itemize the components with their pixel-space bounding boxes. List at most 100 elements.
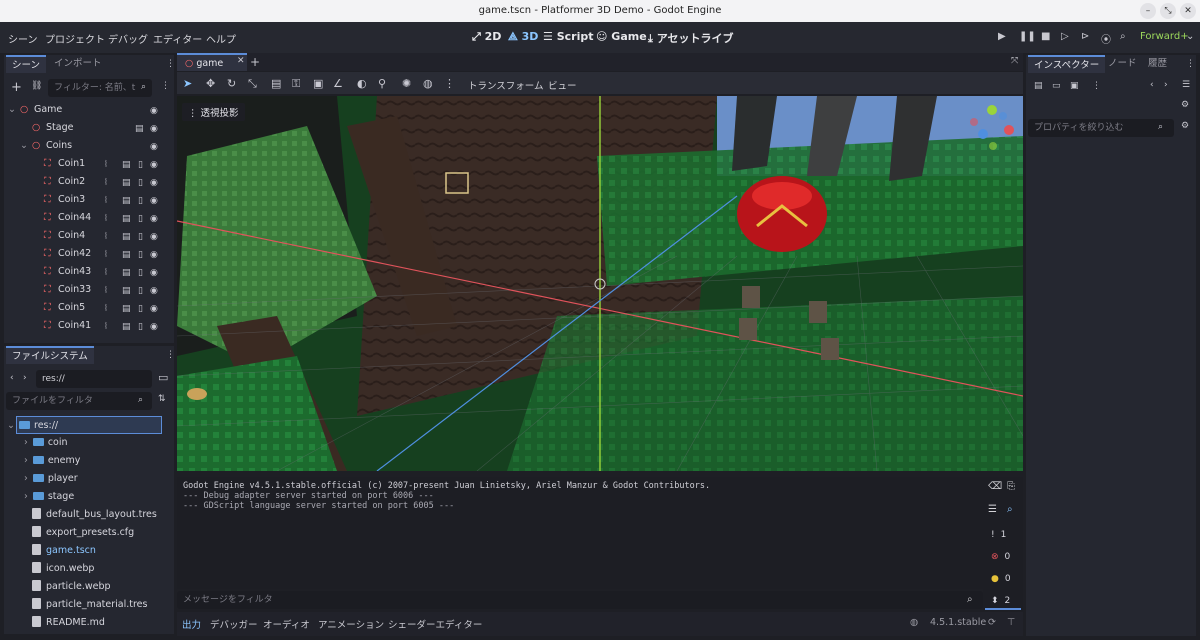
movie-maker-icon[interactable]: ⦿ (1101, 31, 1111, 46)
file-item-readme-md[interactable]: README.md (4, 614, 174, 632)
signal-icon[interactable]: ⦚ (105, 264, 107, 282)
tab-audio[interactable]: オーディオ (263, 617, 310, 631)
signal-icon[interactable]: ⦚ (105, 318, 107, 336)
property-filter-input[interactable]: プロパティを絞り込む (1028, 119, 1174, 137)
resource-options-icon[interactable]: ⋮ (1092, 81, 1101, 91)
coin[interactable] (809, 301, 827, 323)
environment-icon[interactable]: ◍ (423, 77, 433, 90)
signal-icon[interactable]: ⦚ (105, 174, 107, 192)
file-item-enemy[interactable]: › enemy (4, 452, 174, 470)
angle-icon[interactable]: ∠ (333, 77, 343, 90)
visibility-icon[interactable]: ◉ (150, 246, 158, 264)
scene-node-coin1[interactable]: ⛶ Coin1 ⦚ ▤ ▯ ◉ (4, 155, 174, 173)
file-item-coin[interactable]: › coin (4, 434, 174, 452)
tab-history[interactable]: 履歴 (1142, 55, 1173, 73)
remote-debug-icon[interactable]: ⌕ (1120, 31, 1126, 42)
toolbar-more-icon[interactable]: ⋮ (444, 77, 455, 90)
scene-node-coins[interactable]: ⌄ ○ Coins ◉ (4, 137, 174, 155)
move-tool-icon[interactable]: ✥ (206, 77, 215, 90)
clapper-icon[interactable]: ▤ (122, 300, 131, 318)
renderer-dropdown-icon[interactable]: ⌄ (1186, 31, 1194, 42)
signal-icon[interactable]: ⦚ (105, 300, 107, 318)
minimize-icon[interactable]: – (1140, 3, 1156, 19)
clapper-icon[interactable]: ▤ (122, 282, 131, 300)
clapper-icon[interactable]: ▤ (122, 192, 131, 210)
script-icon[interactable]: ▯ (138, 156, 143, 174)
scene-node-coin3[interactable]: ⛶ Coin3 ⦚ ▤ ▯ ◉ (4, 191, 174, 209)
clear-output-icon[interactable]: ⌫ (988, 481, 1002, 492)
message-count-button[interactable]: ⬍ 2 (985, 592, 1021, 610)
workspace-3d-button[interactable]: ⟁ 3D (508, 30, 538, 44)
sun-icon[interactable]: ✺ (402, 77, 411, 90)
signal-icon[interactable]: ⦚ (105, 246, 107, 264)
clapper-icon[interactable]: ▤ (122, 174, 131, 192)
workspace-2d-button[interactable]: ⤢ 2D (472, 30, 501, 44)
scene-options-icon[interactable]: ⋮ (161, 81, 170, 91)
fs-dock-menu-icon[interactable]: ⋮ (166, 350, 175, 360)
link-icon[interactable]: ⛓ (31, 81, 42, 91)
split-view-icon[interactable]: ▭ (158, 371, 168, 384)
tab-inspector[interactable]: インスペクター (1028, 55, 1106, 73)
viewport-3d[interactable]: ⋮ 透視投影 (177, 96, 1023, 471)
collapse-icon[interactable]: ☰ (988, 504, 997, 515)
transform-menu[interactable]: トランスフォーム (468, 78, 544, 92)
scene-node-stage[interactable]: ○ Stage ▤ ◉ (4, 119, 174, 137)
update-icon[interactable]: ⟳ (988, 617, 996, 628)
tab-import[interactable]: インポート (48, 55, 108, 73)
file-item-export-presets-cfg[interactable]: export_presets.cfg (4, 524, 174, 542)
tab-shader-editor[interactable]: シェーダーエディター (388, 617, 482, 631)
expand-arrow-icon[interactable]: › (24, 437, 28, 448)
menu-debug[interactable]: デバッグ (108, 31, 148, 46)
tab-scene[interactable]: シーン (6, 55, 47, 73)
visibility-icon[interactable]: ◉ (150, 210, 158, 228)
restore-icon[interactable]: ⤡ (1160, 3, 1176, 19)
open-resource-icon[interactable]: ▭ (1052, 81, 1061, 91)
lock-icon[interactable]: ⚿ (292, 77, 300, 91)
coin[interactable] (739, 318, 757, 340)
inspector-tools-icon[interactable]: ⚙ (1181, 100, 1189, 110)
sort-icon[interactable]: ⇅ (158, 394, 166, 404)
save-resource-icon[interactable]: ▣ (1070, 81, 1079, 91)
bone-icon[interactable]: ⚲ (378, 77, 386, 90)
script-icon[interactable]: ▯ (138, 228, 143, 246)
file-item-icon-webp[interactable]: icon.webp (4, 560, 174, 578)
play-scene-icon[interactable]: ▷ (1061, 31, 1069, 42)
stop-icon[interactable]: ■ (1041, 31, 1050, 42)
select-tool-icon[interactable]: ➤ (183, 77, 192, 90)
clapper-icon[interactable]: ▤ (122, 228, 131, 246)
expand-arrow-icon[interactable]: ⌄ (8, 101, 16, 119)
signal-icon[interactable]: ⦚ (105, 192, 107, 210)
visibility-icon[interactable]: ◉ (150, 102, 158, 120)
clapper-icon[interactable]: ▤ (122, 318, 131, 336)
expand-arrow-icon[interactable]: ⌄ (20, 137, 28, 155)
play-custom-icon[interactable]: ⊳ (1081, 31, 1089, 42)
script-icon[interactable]: ▯ (138, 282, 143, 300)
workspace-game-button[interactable]: ☺ Game (596, 30, 647, 43)
expand-arrow-icon[interactable]: › (24, 473, 28, 484)
group-icon[interactable]: ▣ (313, 77, 323, 90)
sphere-icon[interactable]: ◐ (357, 77, 367, 90)
gizmo-y[interactable] (987, 105, 997, 115)
ruler-icon[interactable]: ▤ (271, 77, 281, 90)
menu-help[interactable]: ヘルプ (206, 31, 236, 46)
file-item-particle-webp[interactable]: particle.webp (4, 578, 174, 596)
scene-node-coin42[interactable]: ⛶ Coin42 ⦚ ▤ ▯ ◉ (4, 245, 174, 263)
signal-icon[interactable]: ⦚ (105, 210, 107, 228)
history-back-icon[interactable]: ‹ (1150, 80, 1154, 90)
error-count-button[interactable]: ⊗ 0 (985, 548, 1021, 566)
gizmo-neg-x[interactable] (970, 118, 978, 126)
object-history-icon[interactable]: ☰ (1182, 80, 1190, 90)
forward-icon[interactable]: › (23, 373, 27, 383)
visibility-icon[interactable]: ◉ (150, 300, 158, 318)
expand-arrow-icon[interactable]: ⌄ (7, 417, 15, 435)
property-options-icon[interactable]: ⚙ (1181, 121, 1189, 131)
clapper-icon[interactable]: ▤ (122, 246, 131, 264)
log-count-button[interactable]: ! 1 (985, 526, 1021, 544)
coin[interactable] (742, 286, 760, 308)
expand-arrow-icon[interactable]: › (24, 491, 28, 502)
file-item-res-[interactable]: ⌄ res:// (7, 416, 162, 434)
tab-output[interactable]: 出力 (182, 617, 201, 631)
path-field[interactable]: res:// (36, 370, 152, 388)
menu-project[interactable]: プロジェクト (45, 31, 105, 46)
tab-animation[interactable]: アニメーション (318, 617, 384, 631)
